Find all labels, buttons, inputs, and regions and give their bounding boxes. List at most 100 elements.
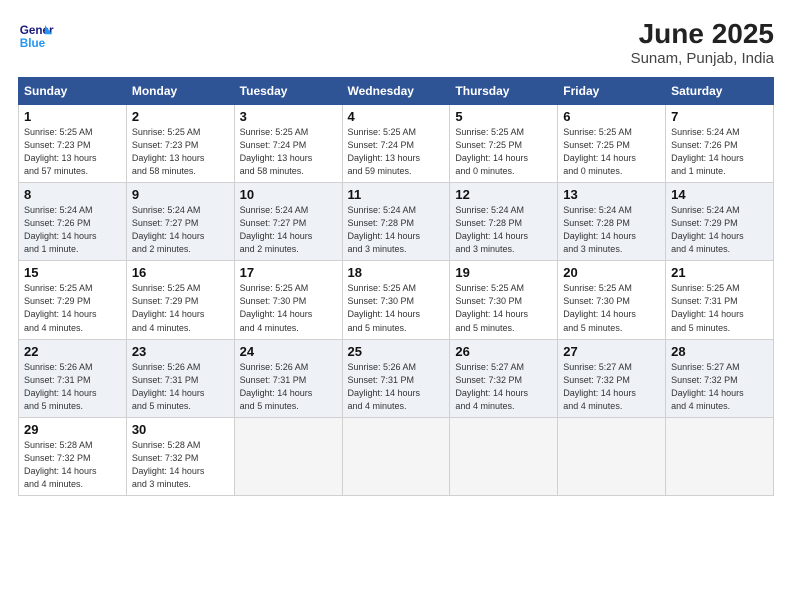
calendar-cell: 7 Sunrise: 5:24 AM Sunset: 7:26 PM Daylig…: [666, 105, 774, 183]
calendar-cell: 29 Sunrise: 5:28 AM Sunset: 7:32 PM Dayli…: [19, 417, 127, 495]
day-info: Sunrise: 5:27 AM Sunset: 7:32 PM Dayligh…: [455, 361, 552, 413]
day-info: Sunrise: 5:27 AM Sunset: 7:32 PM Dayligh…: [671, 361, 768, 413]
calendar-cell: [342, 417, 450, 495]
day-number: 22: [24, 344, 121, 359]
weekday-header-wednesday: Wednesday: [342, 78, 450, 105]
day-number: 6: [563, 109, 660, 124]
calendar-cell: 25Sunrise: 5:26 AM Sunset: 7:31 PM Dayli…: [342, 339, 450, 417]
calendar-cell: [450, 417, 558, 495]
day-number: 12: [455, 187, 552, 202]
day-info: Sunrise: 5:25 AM Sunset: 7:30 PM Dayligh…: [455, 282, 552, 334]
day-number: 28: [671, 344, 768, 359]
logo: General Blue: [18, 18, 54, 54]
day-info: Sunrise: 5:26 AM Sunset: 7:31 PM Dayligh…: [24, 361, 121, 413]
calendar-cell: 5 Sunrise: 5:25 AM Sunset: 7:25 PM Daylig…: [450, 105, 558, 183]
calendar-table: SundayMondayTuesdayWednesdayThursdayFrid…: [18, 77, 774, 496]
day-number: 8: [24, 187, 121, 202]
day-info: Sunrise: 5:25 AM Sunset: 7:31 PM Dayligh…: [671, 282, 768, 334]
day-info: Sunrise: 5:24 AM Sunset: 7:27 PM Dayligh…: [132, 204, 229, 256]
day-info: Sunrise: 5:25 AM Sunset: 7:23 PM Dayligh…: [132, 126, 229, 178]
day-info: Sunrise: 5:28 AM Sunset: 7:32 PM Dayligh…: [132, 439, 229, 491]
day-number: 11: [348, 187, 445, 202]
calendar-cell: 8 Sunrise: 5:24 AM Sunset: 7:26 PM Daylig…: [19, 183, 127, 261]
logo-icon: General Blue: [18, 18, 54, 54]
day-number: 4: [348, 109, 445, 124]
day-number: 10: [240, 187, 337, 202]
calendar-cell: 9 Sunrise: 5:24 AM Sunset: 7:27 PM Daylig…: [126, 183, 234, 261]
calendar-week-row: 8 Sunrise: 5:24 AM Sunset: 7:26 PM Daylig…: [19, 183, 774, 261]
day-info: Sunrise: 5:25 AM Sunset: 7:30 PM Dayligh…: [348, 282, 445, 334]
calendar-cell: [234, 417, 342, 495]
weekday-header-monday: Monday: [126, 78, 234, 105]
day-info: Sunrise: 5:25 AM Sunset: 7:29 PM Dayligh…: [24, 282, 121, 334]
day-info: Sunrise: 5:25 AM Sunset: 7:25 PM Dayligh…: [455, 126, 552, 178]
day-number: 20: [563, 265, 660, 280]
calendar-cell: 6 Sunrise: 5:25 AM Sunset: 7:25 PM Daylig…: [558, 105, 666, 183]
calendar-cell: 22 Sunrise: 5:26 AM Sunset: 7:31 PM Dayli…: [19, 339, 127, 417]
header-row: SundayMondayTuesdayWednesdayThursdayFrid…: [19, 78, 774, 105]
calendar-cell: 26 Sunrise: 5:27 AM Sunset: 7:32 PM Dayli…: [450, 339, 558, 417]
day-number: 29: [24, 422, 121, 437]
day-info: Sunrise: 5:28 AM Sunset: 7:32 PM Dayligh…: [24, 439, 121, 491]
day-number: 23: [132, 344, 229, 359]
day-info: Sunrise: 5:26 AM Sunset: 7:31 PM Dayligh…: [132, 361, 229, 413]
calendar-cell: [558, 417, 666, 495]
calendar-cell: 21 Sunrise: 5:25 AM Sunset: 7:31 PM Dayli…: [666, 261, 774, 339]
calendar-cell: 20 Sunrise: 5:25 AM Sunset: 7:30 PM Dayli…: [558, 261, 666, 339]
day-info: Sunrise: 5:24 AM Sunset: 7:28 PM Dayligh…: [563, 204, 660, 256]
calendar-week-row: 22 Sunrise: 5:26 AM Sunset: 7:31 PM Dayli…: [19, 339, 774, 417]
day-number: 18: [348, 265, 445, 280]
day-number: 14: [671, 187, 768, 202]
calendar-week-row: 29 Sunrise: 5:28 AM Sunset: 7:32 PM Dayli…: [19, 417, 774, 495]
weekday-header-thursday: Thursday: [450, 78, 558, 105]
calendar-cell: 30 Sunrise: 5:28 AM Sunset: 7:32 PM Dayli…: [126, 417, 234, 495]
calendar-cell: 12Sunrise: 5:24 AM Sunset: 7:28 PM Dayli…: [450, 183, 558, 261]
day-info: Sunrise: 5:24 AM Sunset: 7:26 PM Dayligh…: [24, 204, 121, 256]
calendar-cell: 19 Sunrise: 5:25 AM Sunset: 7:30 PM Dayli…: [450, 261, 558, 339]
calendar-cell: 1 Sunrise: 5:25 AM Sunset: 7:23 PM Daylig…: [19, 105, 127, 183]
header: General Blue June 2025 Sunam, Punjab, In…: [18, 18, 774, 67]
day-number: 30: [132, 422, 229, 437]
day-number: 25: [348, 344, 445, 359]
day-number: 7: [671, 109, 768, 124]
day-number: 21: [671, 265, 768, 280]
day-number: 2: [132, 109, 229, 124]
day-info: Sunrise: 5:24 AM Sunset: 7:29 PM Dayligh…: [671, 204, 768, 256]
day-info: Sunrise: 5:24 AM Sunset: 7:28 PM Dayligh…: [348, 204, 445, 256]
day-info: Sunrise: 5:25 AM Sunset: 7:25 PM Dayligh…: [563, 126, 660, 178]
calendar-cell: 11 Sunrise: 5:24 AM Sunset: 7:28 PM Dayli…: [342, 183, 450, 261]
day-number: 15: [24, 265, 121, 280]
calendar-cell: 28 Sunrise: 5:27 AM Sunset: 7:32 PM Dayli…: [666, 339, 774, 417]
day-info: Sunrise: 5:24 AM Sunset: 7:26 PM Dayligh…: [671, 126, 768, 178]
day-number: 3: [240, 109, 337, 124]
weekday-header-saturday: Saturday: [666, 78, 774, 105]
day-info: Sunrise: 5:27 AM Sunset: 7:32 PM Dayligh…: [563, 361, 660, 413]
day-number: 26: [455, 344, 552, 359]
calendar-cell: 14 Sunrise: 5:24 AM Sunset: 7:29 PM Dayli…: [666, 183, 774, 261]
calendar-cell: [666, 417, 774, 495]
day-info: Sunrise: 5:25 AM Sunset: 7:30 PM Dayligh…: [240, 282, 337, 334]
calendar-cell: 17Sunrise: 5:25 AM Sunset: 7:30 PM Dayli…: [234, 261, 342, 339]
day-number: 24: [240, 344, 337, 359]
calendar-cell: 24Sunrise: 5:26 AM Sunset: 7:31 PM Dayli…: [234, 339, 342, 417]
day-number: 13: [563, 187, 660, 202]
weekday-header-sunday: Sunday: [19, 78, 127, 105]
calendar-cell: 3Sunrise: 5:25 AM Sunset: 7:24 PM Daylig…: [234, 105, 342, 183]
calendar-cell: 13 Sunrise: 5:24 AM Sunset: 7:28 PM Dayli…: [558, 183, 666, 261]
day-info: Sunrise: 5:25 AM Sunset: 7:29 PM Dayligh…: [132, 282, 229, 334]
weekday-header-tuesday: Tuesday: [234, 78, 342, 105]
calendar-cell: 23 Sunrise: 5:26 AM Sunset: 7:31 PM Dayli…: [126, 339, 234, 417]
day-number: 1: [24, 109, 121, 124]
day-number: 27: [563, 344, 660, 359]
weekday-header-friday: Friday: [558, 78, 666, 105]
day-number: 5: [455, 109, 552, 124]
day-number: 9: [132, 187, 229, 202]
calendar-cell: 27 Sunrise: 5:27 AM Sunset: 7:32 PM Dayli…: [558, 339, 666, 417]
title-block: June 2025 Sunam, Punjab, India: [631, 18, 774, 67]
calendar-week-row: 1 Sunrise: 5:25 AM Sunset: 7:23 PM Daylig…: [19, 105, 774, 183]
day-number: 19: [455, 265, 552, 280]
day-info: Sunrise: 5:25 AM Sunset: 7:23 PM Dayligh…: [24, 126, 121, 178]
day-number: 16: [132, 265, 229, 280]
day-info: Sunrise: 5:25 AM Sunset: 7:30 PM Dayligh…: [563, 282, 660, 334]
day-info: Sunrise: 5:25 AM Sunset: 7:24 PM Dayligh…: [348, 126, 445, 178]
